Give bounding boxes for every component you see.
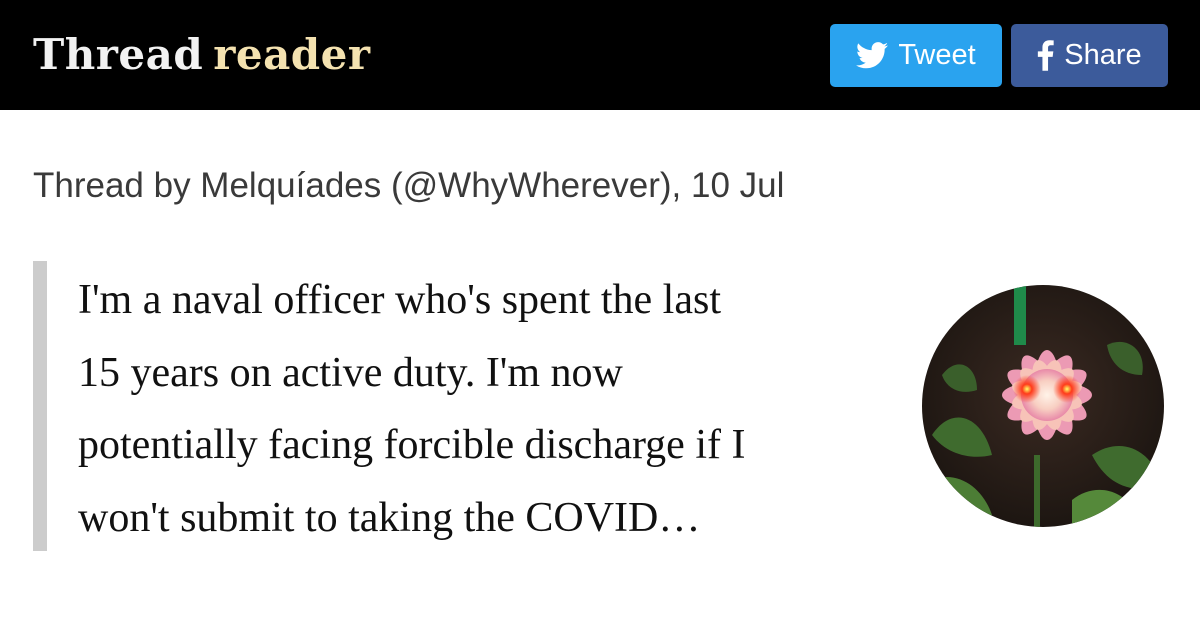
logo-word-thread: Thread [33,30,204,79]
tweet-text-line: won't submit to taking the COVID… [78,494,701,541]
dahlia-flower-image [922,285,1164,527]
facebook-f-icon [1038,40,1054,71]
threadreader-logo[interactable]: Thread reader [33,30,371,80]
tweet-button-label: Tweet [898,39,976,71]
tweet-text-line: potentially facing forcible discharge if… [78,422,746,468]
twitter-bird-icon [856,42,889,69]
quote-bar [33,261,47,551]
tweet-text-line: 15 years on active duty. I'm now [78,349,623,396]
top-bar: Thread reader Tweet Share [0,0,1200,110]
tweet-button[interactable]: Tweet [830,24,1002,87]
logo-word-reader: reader [213,30,371,79]
tweet-text-line: I'm a naval officer who's spent the last [78,277,722,323]
share-button[interactable]: Share [1011,24,1168,87]
thread-byline: Thread by Melquíades (@WhyWherever), 10 … [33,166,785,205]
share-button-label: Share [1064,39,1142,71]
tweet-text[interactable]: I'm a naval officer who's spent the last… [78,264,898,554]
author-avatar[interactable] [922,285,1164,527]
